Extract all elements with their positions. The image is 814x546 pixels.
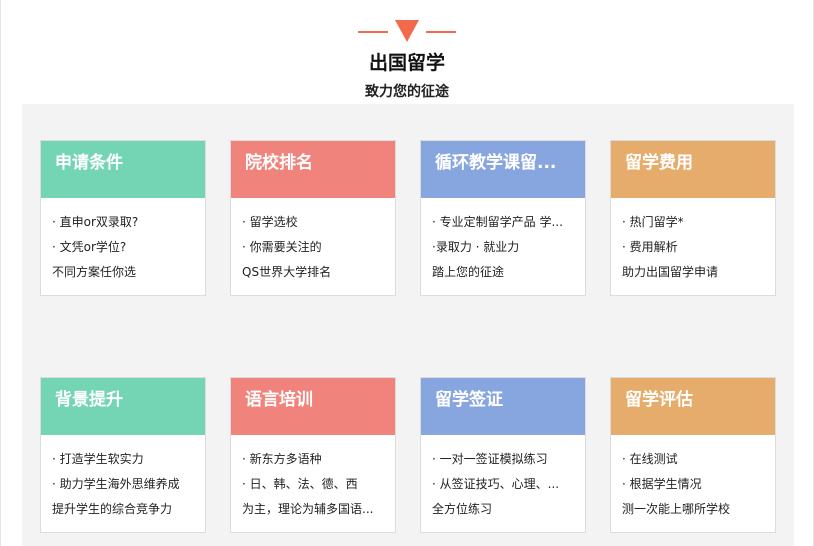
card-cyclic-teaching[interactable]: 循环教学课留... · 专业定制留学产品 学... ·录取力 · 就业力 踏上您… <box>420 140 586 296</box>
decor-line-right <box>426 31 456 33</box>
card-line[interactable]: ·录取力 · 就业力 <box>432 235 575 260</box>
card-title[interactable]: 院校排名 <box>231 141 395 198</box>
card-body: · 专业定制留学产品 学... ·录取力 · 就业力 踏上您的征途 <box>421 198 585 285</box>
card-body: · 在线测试 · 根据学生情况 测一次能上哪所学校 <box>611 435 775 522</box>
card-line[interactable]: 踏上您的征途 <box>432 260 575 285</box>
card-body: · 打造学生软实力 · 助力学生海外思维养成 提升学生的综合竞争力 <box>41 435 205 522</box>
card-background-boost[interactable]: 背景提升 · 打造学生软实力 · 助力学生海外思维养成 提升学生的综合竞争力 <box>40 377 206 533</box>
card-study-costs[interactable]: 留学费用 · 热门留学* · 费用解析 助力出国留学申请 <box>610 140 776 296</box>
card-title[interactable]: 留学签证 <box>421 378 585 435</box>
card-line[interactable]: · 直申or双录取? <box>52 210 195 235</box>
card-study-assessment[interactable]: 留学评估 · 在线测试 · 根据学生情况 测一次能上哪所学校 <box>610 377 776 533</box>
card-line[interactable]: · 一对一签证模拟练习 <box>432 447 575 472</box>
card-line[interactable]: 测一次能上哪所学校 <box>622 497 765 522</box>
arrow-down-icon <box>358 20 456 44</box>
card-body: · 一对一签证模拟练习 · 从签证技巧、心理、... 全方位练习 <box>421 435 585 522</box>
card-language-training[interactable]: 语言培训 · 新东方多语种 · 日、韩、法、德、西 为主，理论为辅多国语... <box>230 377 396 533</box>
card-line[interactable]: · 日、韩、法、德、西 <box>242 472 385 497</box>
card-line[interactable]: 全方位练习 <box>432 497 575 522</box>
card-line[interactable]: · 专业定制留学产品 学... <box>432 210 575 235</box>
card-line[interactable]: QS世界大学排名 <box>242 260 385 285</box>
card-title[interactable]: 背景提升 <box>41 378 205 435</box>
card-line[interactable]: · 费用解析 <box>622 235 765 260</box>
card-line[interactable]: 不同方案任你选 <box>52 260 195 285</box>
card-body: · 直申or双录取? · 文凭or学位? 不同方案任你选 <box>41 198 205 285</box>
card-line[interactable]: 为主，理论为辅多国语... <box>242 497 385 522</box>
card-title[interactable]: 留学费用 <box>611 141 775 198</box>
card-line[interactable]: 提升学生的综合竞争力 <box>52 497 195 522</box>
page-title: 出国留学 <box>360 50 454 76</box>
card-title[interactable]: 循环教学课留... <box>421 141 585 198</box>
card-title[interactable]: 留学评估 <box>611 378 775 435</box>
triangle-marker <box>395 20 419 42</box>
card-line[interactable]: · 助力学生海外思维养成 <box>52 472 195 497</box>
card-body: · 新东方多语种 · 日、韩、法、德、西 为主，理论为辅多国语... <box>231 435 395 522</box>
card-line[interactable]: · 在线测试 <box>622 447 765 472</box>
page-subtitle-wrap: 致力您的征途 <box>0 81 814 102</box>
card-body: · 留学选校 · 你需要关注的 QS世界大学排名 <box>231 198 395 285</box>
decor-line-left <box>358 31 388 33</box>
card-line[interactable]: · 你需要关注的 <box>242 235 385 260</box>
card-body: · 热门留学* · 费用解析 助力出国留学申请 <box>611 198 775 285</box>
card-line[interactable]: · 新东方多语种 <box>242 447 385 472</box>
card-line[interactable]: · 从签证技巧、心理、... <box>432 472 575 497</box>
card-line[interactable]: 助力出国留学申请 <box>622 260 765 285</box>
card-study-visa[interactable]: 留学签证 · 一对一签证模拟练习 · 从签证技巧、心理、... 全方位练习 <box>420 377 586 533</box>
page-subtitle: 致力您的征途 <box>359 82 455 102</box>
card-school-ranking[interactable]: 院校排名 · 留学选校 · 你需要关注的 QS世界大学排名 <box>230 140 396 296</box>
card-title[interactable]: 语言培训 <box>231 378 395 435</box>
card-line[interactable]: · 留学选校 <box>242 210 385 235</box>
section-header: 出国留学 致力您的征途 <box>0 0 814 104</box>
page-title-wrap: 出国留学 <box>0 50 814 76</box>
card-title[interactable]: 申请条件 <box>41 141 205 198</box>
cards-panel: 申请条件 · 直申or双录取? · 文凭or学位? 不同方案任你选 院校排名 ·… <box>22 104 794 546</box>
card-line[interactable]: · 根据学生情况 <box>622 472 765 497</box>
card-application-conditions[interactable]: 申请条件 · 直申or双录取? · 文凭or学位? 不同方案任你选 <box>40 140 206 296</box>
card-line[interactable]: · 文凭or学位? <box>52 235 195 260</box>
card-line[interactable]: · 打造学生软实力 <box>52 447 195 472</box>
card-line[interactable]: · 热门留学* <box>622 210 765 235</box>
